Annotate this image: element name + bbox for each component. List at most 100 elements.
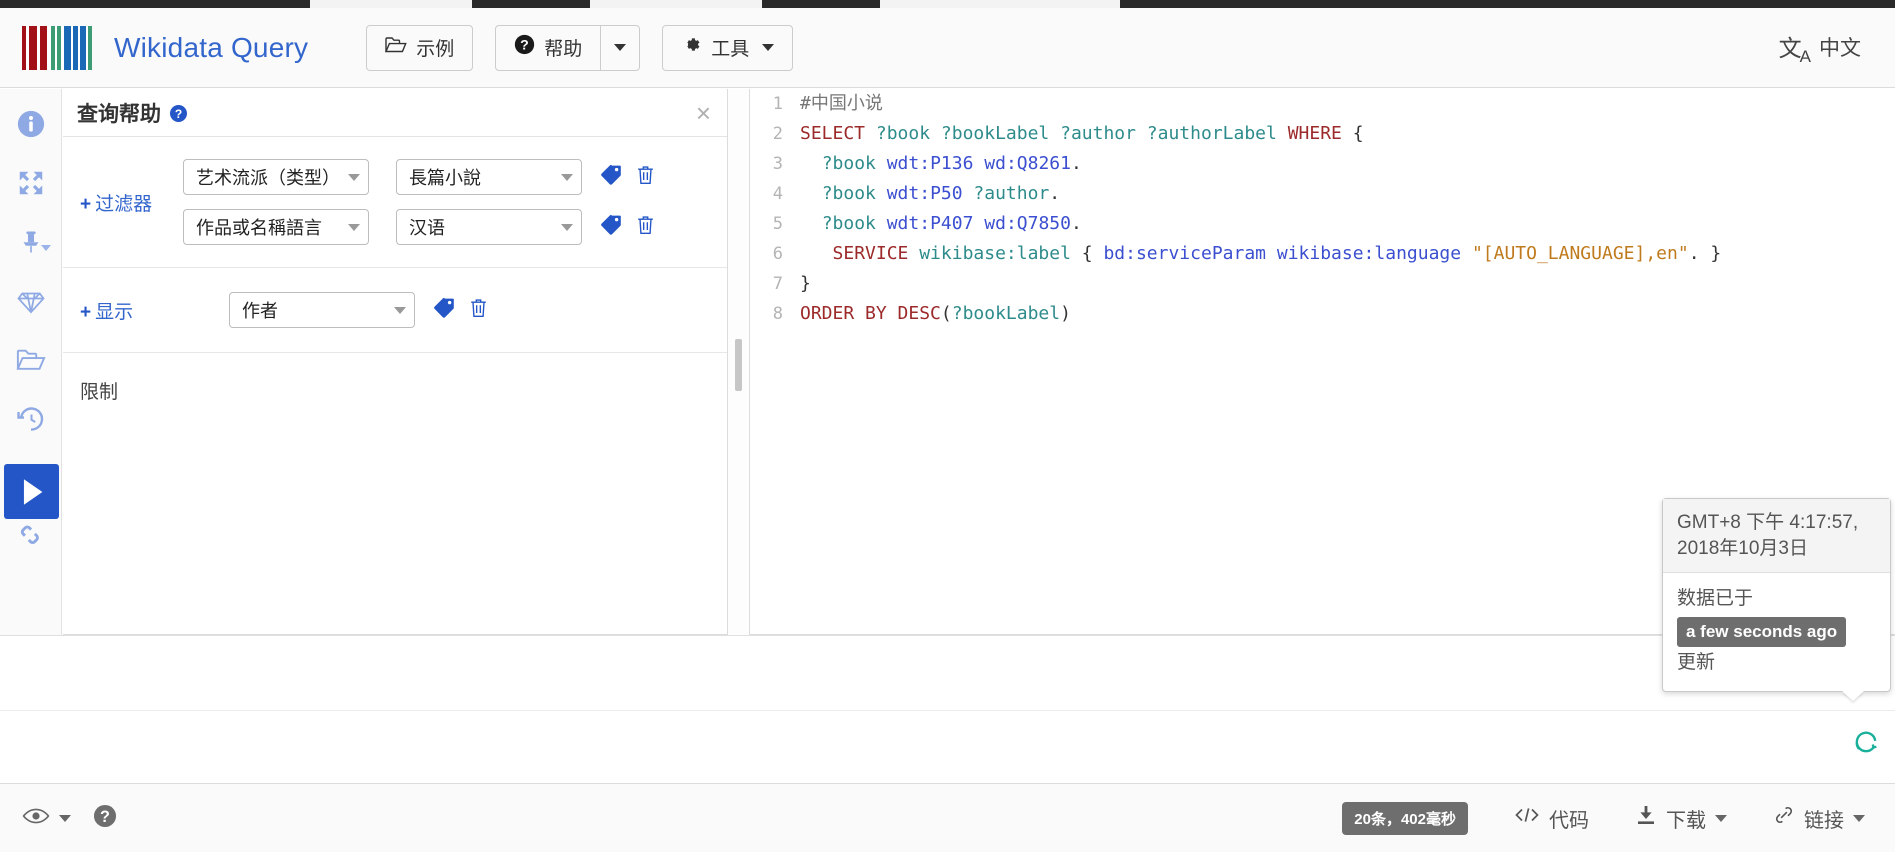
filter-value-text: 長篇小說: [409, 168, 481, 188]
history-icon[interactable]: [0, 396, 62, 441]
tooltip-suffix: 更新: [1677, 652, 1716, 674]
close-icon[interactable]: ×: [696, 100, 711, 126]
filter-row: 艺术流派（类型） 長篇小說: [183, 159, 656, 195]
result-stats-badge: 20条，402毫秒: [1342, 801, 1468, 835]
query-helper-title: 查询帮助: [77, 102, 161, 126]
chevron-down-icon: [762, 44, 775, 51]
link-chain-icon: [1773, 804, 1795, 832]
folder-open-icon: [385, 36, 407, 60]
language-selector[interactable]: 文A 中文: [1779, 29, 1861, 67]
info-icon[interactable]: [0, 101, 62, 146]
examples-button[interactable]: 示例: [366, 24, 474, 71]
window-top-strip: [0, 0, 1895, 8]
language-label: 中文: [1819, 37, 1861, 61]
code-content: ORDER BY DESC(?bookLabel): [800, 303, 1071, 324]
line-number: 4: [772, 184, 783, 204]
gem-icon[interactable]: [0, 278, 62, 323]
tooltip-arrow: [1842, 691, 1864, 702]
help-button-group: ? 帮助: [495, 24, 641, 71]
code-line: 1 #中国小说: [750, 89, 1895, 119]
question-circle-icon: ?: [514, 34, 535, 61]
code-button[interactable]: 代码: [1514, 804, 1589, 833]
code-line: 2 SELECT ?book ?bookLabel ?author ?author…: [750, 119, 1895, 149]
add-filter-button[interactable]: + 过滤器: [63, 189, 183, 216]
code-line: 8 ORDER BY DESC(?bookLabel): [750, 299, 1895, 329]
line-number: 6: [772, 244, 783, 264]
code-line: 7}: [750, 269, 1895, 299]
tools-button[interactable]: 工具: [662, 24, 794, 71]
app-header: Wikidata Query 示例 ? 帮助 工具 文A 中文: [0, 8, 1895, 88]
code-content: SELECT ?book ?bookLabel ?author ?authorL…: [800, 123, 1364, 144]
plus-icon: +: [80, 193, 92, 215]
delete-filter-icon[interactable]: [635, 214, 656, 241]
code-content: #中国小说: [800, 93, 883, 114]
line-number: 7: [772, 274, 783, 294]
link-button[interactable]: 链接: [1773, 804, 1865, 833]
filter-value-text: 汉语: [409, 218, 445, 238]
folder-icon[interactable]: [0, 337, 62, 382]
footer-right-group: 20条，402毫秒 代码 下载 链接: [1342, 801, 1865, 835]
delete-show-icon[interactable]: [468, 297, 489, 324]
app-title: Wikidata Query: [114, 31, 309, 63]
tooltip-prefix: 数据已于: [1677, 588, 1754, 610]
tag-icon[interactable]: [600, 164, 622, 191]
code-label: 代码: [1549, 809, 1589, 832]
show-variable-select[interactable]: 作者: [229, 292, 415, 328]
filters-section: + 过滤器 艺术流派（类型） 長篇小說 作品或名稱語言 汉语: [63, 137, 727, 268]
resize-grip: [735, 339, 742, 391]
expand-icon[interactable]: [0, 160, 62, 205]
filter-row: 作品或名稱語言 汉语: [183, 209, 656, 245]
show-variable-value: 作者: [242, 301, 278, 321]
query-helper-header: 查询帮助 ? ×: [63, 89, 727, 137]
code-content: ?book wdt:P136 wd:Q8261.: [821, 153, 1082, 174]
chevron-down-icon: [614, 44, 627, 51]
download-button[interactable]: 下载: [1635, 804, 1727, 833]
chevron-down-icon: [348, 173, 360, 181]
tooltip-badge: a few seconds ago: [1677, 616, 1847, 648]
eye-icon: [22, 807, 50, 830]
results-divider: [0, 710, 1895, 711]
code-line: 5 ?book wdt:P407 wd:Q7850.: [750, 209, 1895, 239]
run-query-button[interactable]: [4, 464, 59, 519]
line-number: 5: [772, 214, 783, 234]
code-line: 3 ?book wdt:P136 wd:Q8261.: [750, 149, 1895, 179]
help-label: 帮助: [544, 39, 583, 60]
add-show-button[interactable]: + 显示: [63, 297, 183, 324]
code-content: }: [800, 273, 811, 294]
footer-left-group: ?: [22, 804, 117, 833]
filter-property-select[interactable]: 艺术流派（类型）: [183, 159, 369, 195]
pin-icon[interactable]: [0, 219, 62, 264]
code-line: 6 SERVICE wikibase:label { bd:servicePar…: [750, 239, 1895, 269]
plus-icon: +: [80, 301, 92, 323]
limit-label: 限制: [80, 382, 119, 403]
help-dropdown-toggle[interactable]: [600, 24, 641, 71]
code-lines: 1 #中国小说 2 SELECT ?book ?bookLabel ?author ?…: [750, 89, 1895, 329]
delete-filter-icon[interactable]: [635, 164, 656, 191]
tools-label: 工具: [711, 39, 750, 60]
code-content: SERVICE wikibase:label { bd:serviceParam…: [832, 243, 1722, 264]
chevron-down-icon: [59, 814, 71, 822]
tooltip-timestamp: GMT+8 下午 4:17:57, 2018年10月3日: [1663, 499, 1890, 574]
limit-section: 限制: [63, 353, 727, 404]
svg-text:?: ?: [100, 808, 110, 826]
translate-icon: 文A: [1778, 34, 1811, 66]
filter-value-select[interactable]: 汉语: [396, 209, 582, 245]
filter-rows: 艺术流派（类型） 長篇小說 作品或名稱語言 汉语: [183, 159, 656, 245]
show-section: + 显示 作者: [63, 268, 727, 353]
line-number: 2: [772, 124, 783, 144]
filter-value-select[interactable]: 長篇小說: [396, 159, 582, 195]
tag-icon[interactable]: [600, 214, 622, 241]
header-button-group: 示例 ? 帮助 工具: [366, 24, 794, 71]
filter-property-select[interactable]: 作品或名稱語言: [183, 209, 369, 245]
help-circle-icon[interactable]: ?: [170, 105, 187, 122]
tag-icon[interactable]: [433, 297, 455, 324]
help-button[interactable]: ? 帮助: [495, 24, 602, 71]
footer-help-icon[interactable]: ?: [93, 804, 117, 833]
refresh-icon[interactable]: [1853, 729, 1879, 755]
code-content: ?book wdt:P50 ?author.: [821, 183, 1061, 204]
panel-resize-handle[interactable]: [728, 89, 750, 635]
code-brackets-icon: [1514, 806, 1540, 830]
filters-label: 过滤器: [95, 193, 153, 215]
chevron-down-icon: [348, 223, 360, 231]
view-options-button[interactable]: [22, 807, 71, 830]
